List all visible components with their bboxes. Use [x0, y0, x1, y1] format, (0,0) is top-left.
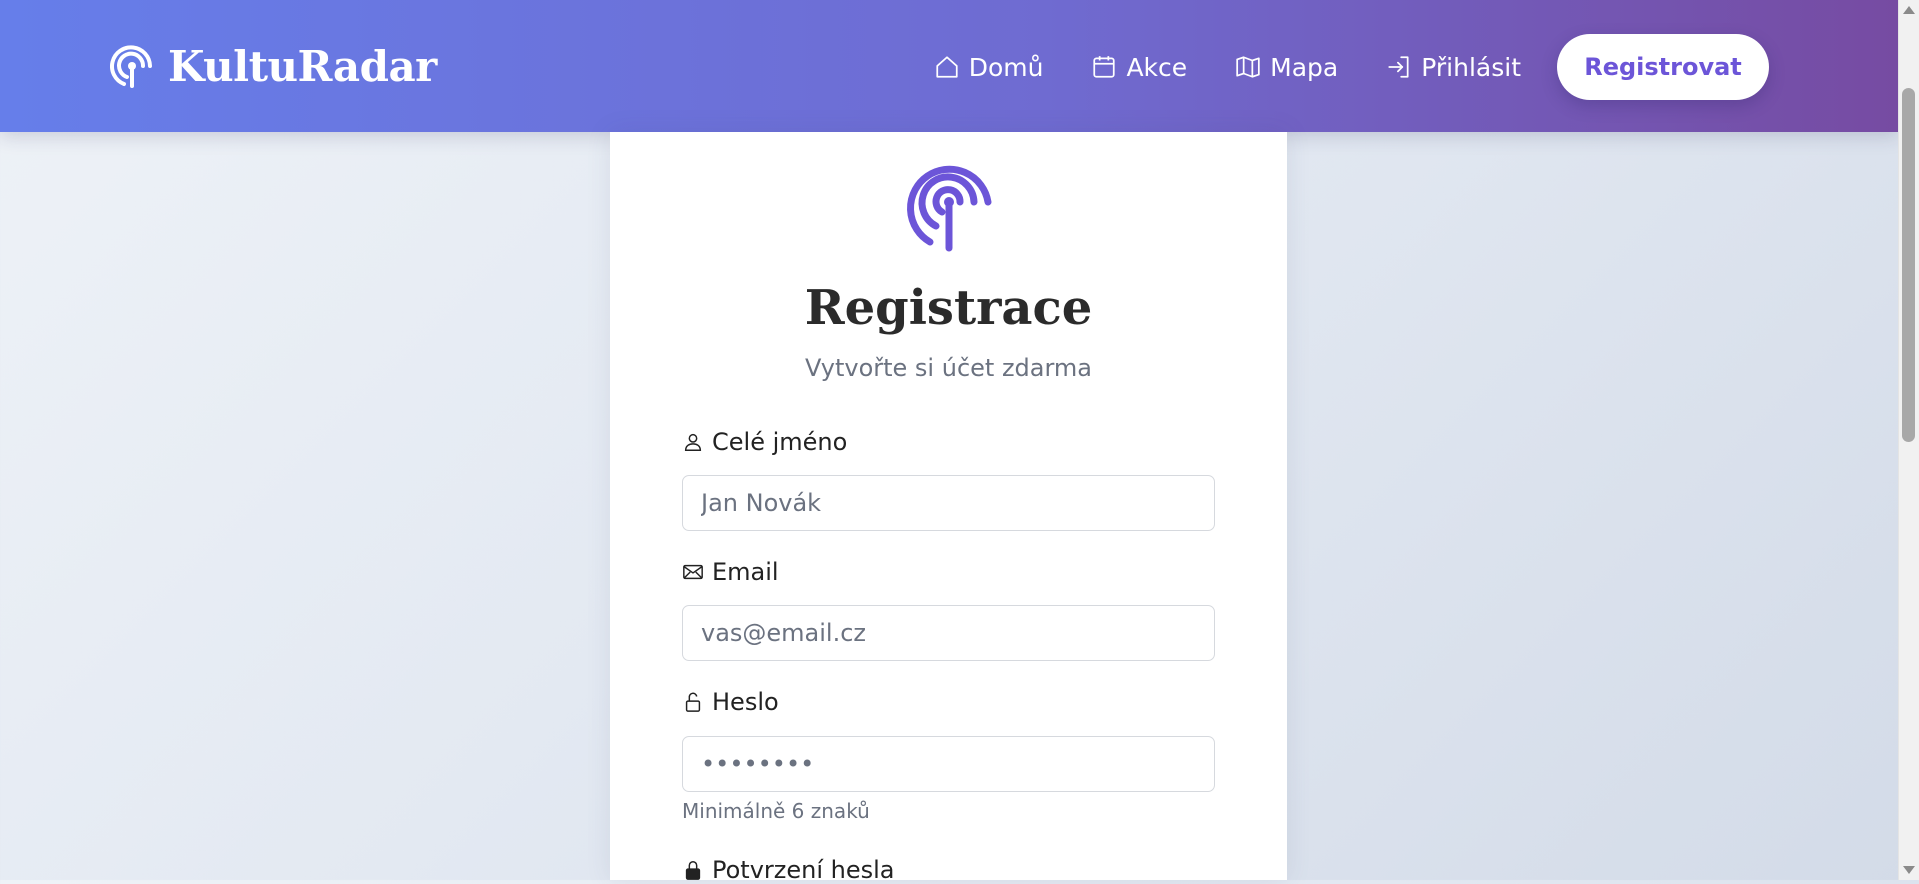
envelope-icon [683, 564, 703, 580]
top-navbar: KultuRadar Domů Akce Mapa Přihlásit Regi… [0, 0, 1899, 132]
login-icon [1388, 56, 1409, 78]
password-label: Heslo [682, 688, 779, 716]
registration-card: Registrace Vytvořte si účet zdarma Celé … [610, 132, 1287, 884]
brand-logo-link[interactable]: KultuRadar [110, 38, 437, 94]
nav-link-label: Domů [968, 52, 1044, 82]
page-scrollbar[interactable] [1898, 0, 1919, 880]
home-icon [936, 56, 958, 78]
full-name-input[interactable] [682, 475, 1215, 531]
nav-link-home[interactable]: Domů [934, 52, 1044, 82]
map-icon [1236, 56, 1260, 78]
unlock-icon [685, 692, 701, 712]
nav-link-events[interactable]: Akce [1091, 53, 1187, 82]
scroll-thumb[interactable] [1902, 88, 1915, 442]
nav-link-label: Akce [1126, 52, 1188, 82]
nav-link-label: Přihlásit [1421, 52, 1521, 82]
name-label: Celé jméno [682, 428, 847, 456]
nav-link-login[interactable]: Přihlásit [1386, 53, 1521, 82]
radar-icon [906, 165, 991, 252]
page-subtitle: Vytvořte si účet zdarma [804, 354, 1093, 382]
scroll-down-arrow-icon[interactable] [1903, 866, 1915, 874]
password-input[interactable] [682, 736, 1215, 792]
calendar-icon [1093, 56, 1116, 78]
email-label: Email [682, 558, 779, 586]
nav-links: Domů Akce Mapa Přihlásit Registrovat [934, 34, 1769, 100]
email-input[interactable] [682, 605, 1215, 661]
radar-icon [110, 45, 152, 88]
scroll-up-arrow-icon[interactable] [1903, 6, 1915, 14]
nav-link-label: Mapa [1270, 52, 1339, 82]
register-button[interactable]: Registrovat [1557, 34, 1769, 100]
user-icon [684, 433, 702, 451]
nav-link-map[interactable]: Mapa [1235, 53, 1338, 82]
lock-icon [685, 861, 701, 880]
password-hint: Minimálně 6 znaků [682, 799, 870, 823]
brand-name: KultuRadar [168, 41, 437, 91]
page-title: Registrace [804, 280, 1093, 336]
